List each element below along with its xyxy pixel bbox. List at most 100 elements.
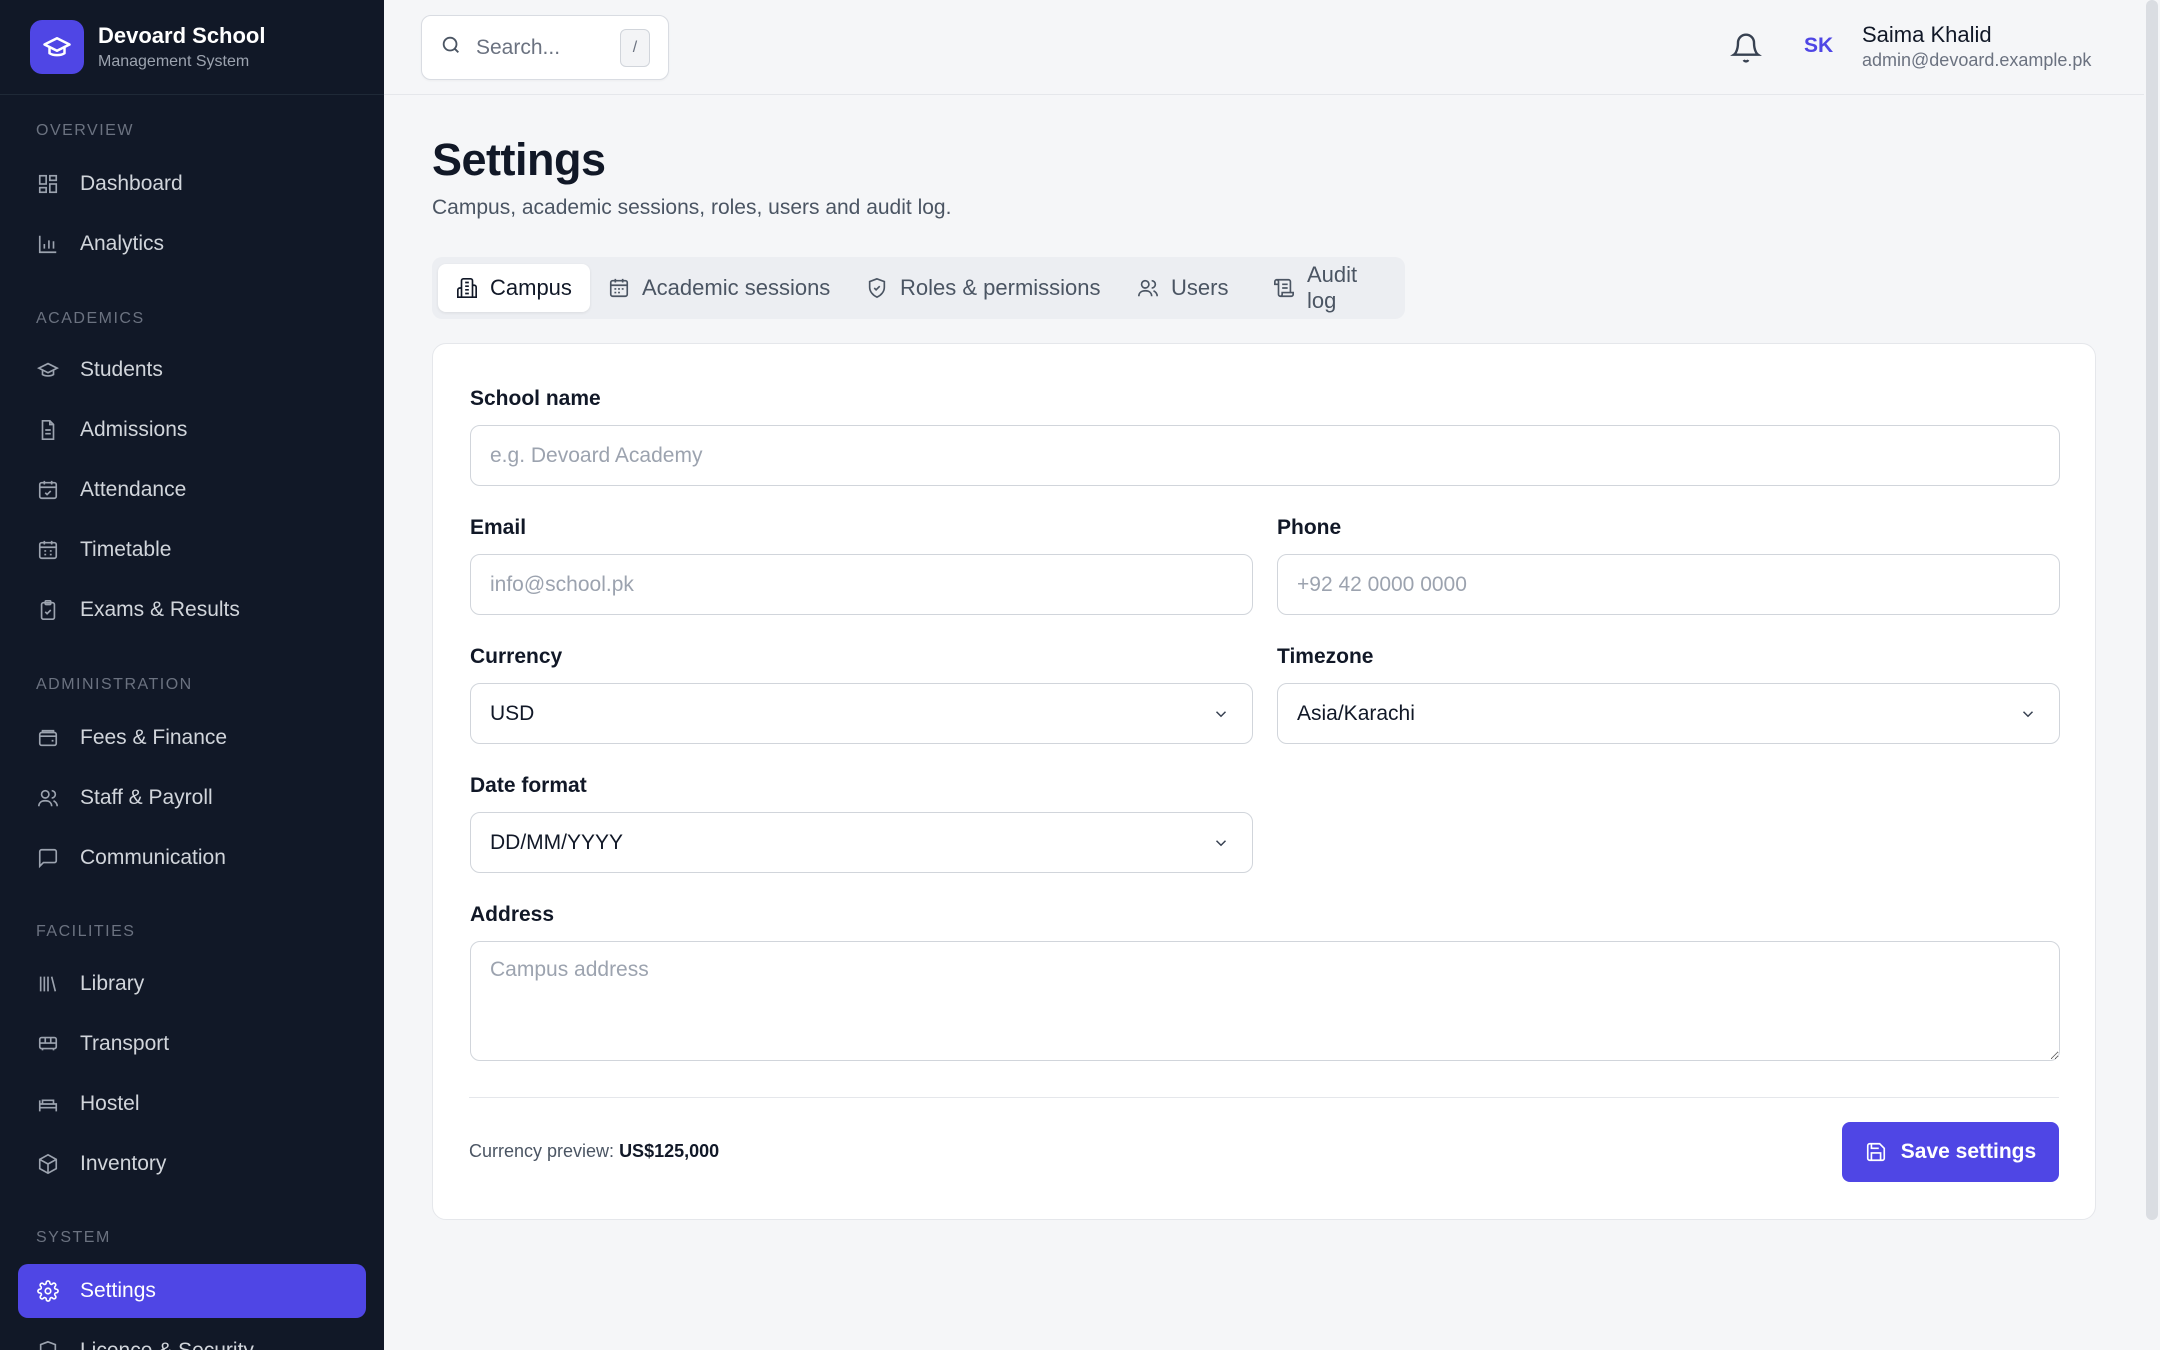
page-title: Settings <box>432 134 606 185</box>
user-email: admin@devoard.example.pk <box>1862 50 2092 70</box>
sidebar-item-dashboard[interactable]: Dashboard <box>18 157 366 211</box>
sidebar-item-label: Students <box>80 358 163 381</box>
sidebar-item-label: Inventory <box>80 1152 167 1175</box>
package-icon <box>36 1152 60 1176</box>
currency-preview-label: Currency preview: <box>469 1141 615 1161</box>
tab-campus[interactable]: Campus <box>438 264 590 312</box>
sidebar-item-transport[interactable]: Transport <box>18 1017 366 1071</box>
settings-tabs: Campus Academic sessions Roles & permiss… <box>432 257 1405 319</box>
sidebar-item-label: Staff & Payroll <box>80 786 213 809</box>
sidebar-item-label: Transport <box>80 1032 170 1055</box>
bed-icon <box>36 1092 60 1116</box>
sidebar-item-attendance[interactable]: Attendance <box>18 463 366 517</box>
currency-label: Currency <box>470 645 563 668</box>
currency-preview-value: US$125,000 <box>619 1141 720 1161</box>
library-icon <box>36 972 60 996</box>
tab-label: Campus <box>490 275 572 300</box>
address-label: Address <box>470 903 555 926</box>
section-system: SYSTEM <box>36 1229 111 1246</box>
school-name-input[interactable] <box>470 425 2060 486</box>
tab-roles-permissions[interactable]: Roles & permissions <box>848 264 1119 312</box>
sidebar-item-label: Settings <box>80 1279 156 1302</box>
timezone-label: Timezone <box>1277 645 1374 668</box>
shield-icon <box>36 1339 60 1350</box>
avatar[interactable]: SK <box>1804 34 1833 58</box>
email-field[interactable] <box>470 554 1253 615</box>
bar-chart-icon <box>36 232 60 256</box>
date-format-select[interactable]: DD/MM/YYYY <box>470 812 1253 873</box>
sidebar-item-label: Hostel <box>80 1092 140 1115</box>
sidebar-item-label: Licence & Security <box>80 1339 254 1350</box>
sidebar-item-exams-results[interactable]: Exams & Results <box>18 583 366 637</box>
sidebar-item-hostel[interactable]: Hostel <box>18 1077 366 1131</box>
section-facilities: FACILITIES <box>36 923 136 940</box>
calendar-icon <box>608 277 630 299</box>
gear-icon <box>36 1279 60 1303</box>
users-icon <box>36 786 60 810</box>
bus-icon <box>36 1032 60 1056</box>
phone-field[interactable] <box>1277 554 2060 615</box>
save-icon <box>1865 1141 1887 1163</box>
sidebar-item-library[interactable]: Library <box>18 957 366 1011</box>
bell-icon[interactable] <box>1730 32 1762 64</box>
section-administration: ADMINISTRATION <box>36 676 193 693</box>
grid-icon <box>36 172 60 196</box>
sidebar-item-label: Dashboard <box>80 172 183 195</box>
sidebar-item-label: Attendance <box>80 478 187 501</box>
sidebar-item-timetable[interactable]: Timetable <box>18 523 366 577</box>
phone-label: Phone <box>1277 516 1342 539</box>
tab-audit-log[interactable]: Audit log <box>1255 262 1405 313</box>
save-settings-button[interactable]: Save settings <box>1842 1122 2059 1182</box>
sidebar-item-communication[interactable]: Communication <box>18 831 366 885</box>
email-label: Email <box>470 516 527 539</box>
search-input[interactable]: Search... <box>476 36 560 60</box>
page-scrollbar[interactable] <box>2144 0 2160 1350</box>
sidebar-item-analytics[interactable]: Analytics <box>18 217 366 271</box>
date-format-value: DD/MM/YYYY <box>490 830 624 854</box>
chevron-down-icon <box>1212 705 1230 723</box>
sidebar-item-staff-payroll[interactable]: Staff & Payroll <box>18 771 366 825</box>
sidebar-item-settings[interactable]: Settings <box>18 1264 366 1318</box>
search-box[interactable]: Search... / <box>421 15 669 80</box>
tab-academic-sessions[interactable]: Academic sessions <box>590 264 848 312</box>
tab-label: Roles & permissions <box>900 275 1101 300</box>
sidebar-item-inventory[interactable]: Inventory <box>18 1137 366 1191</box>
sidebar-item-admissions[interactable]: Admissions <box>18 403 366 457</box>
sidebar-item-label: Fees & Finance <box>80 726 228 749</box>
currency-preview: Currency preview: US$125,000 <box>469 1141 719 1162</box>
building-icon <box>456 277 478 299</box>
divider <box>469 1097 2059 1098</box>
sidebar-item-fees-finance[interactable]: Fees & Finance <box>18 711 366 765</box>
user-name[interactable]: Saima Khalid <box>1862 22 1992 48</box>
shield-check-icon <box>866 277 888 299</box>
sidebar-item-label: Admissions <box>80 418 188 441</box>
message-icon <box>36 846 60 870</box>
users-icon <box>1137 277 1159 299</box>
page-subtitle: Campus, academic sessions, roles, users … <box>432 196 952 219</box>
sidebar-item-students[interactable]: Students <box>18 343 366 397</box>
currency-select[interactable]: USD <box>470 683 1253 744</box>
section-overview: OVERVIEW <box>36 122 134 139</box>
sidebar: Devoard School Management System OVERVIE… <box>0 0 384 1350</box>
clipboard-icon <box>36 598 60 622</box>
chevron-down-icon <box>2019 705 2037 723</box>
search-shortcut-hint: / <box>620 29 650 67</box>
timezone-value: Asia/Karachi <box>1297 701 1415 725</box>
brand-name: Devoard School <box>98 23 266 48</box>
sidebar-item-licence-security[interactable]: Licence & Security <box>18 1324 366 1350</box>
date-format-label: Date format <box>470 774 587 797</box>
calendar-check-icon <box>36 478 60 502</box>
sidebar-item-label: Analytics <box>80 232 165 255</box>
topbar: Search... / SK Saima Khalid admin@devoar… <box>384 0 2144 95</box>
scrollbar-thumb[interactable] <box>2146 0 2158 1220</box>
school-name-label: School name <box>470 387 601 410</box>
brand[interactable]: Devoard School Management System <box>0 0 384 95</box>
brand-subtitle: Management System <box>98 53 250 70</box>
address-textarea[interactable] <box>470 941 2060 1061</box>
tab-users[interactable]: Users <box>1119 264 1246 312</box>
timezone-select[interactable]: Asia/Karachi <box>1277 683 2060 744</box>
chevron-down-icon <box>1212 834 1230 852</box>
scroll-icon <box>1273 277 1295 299</box>
graduation-cap-icon <box>36 358 60 382</box>
sidebar-item-label: Timetable <box>80 538 172 561</box>
